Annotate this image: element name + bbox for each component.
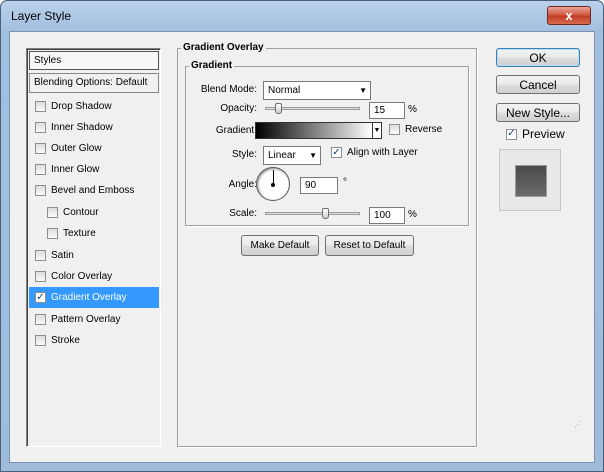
opacity-input[interactable]: 15	[369, 102, 405, 119]
opacity-slider-thumb[interactable]	[275, 103, 283, 114]
angle-unit: °	[343, 177, 347, 188]
inner-shadow-checkbox[interactable]	[35, 122, 46, 133]
satin-checkbox[interactable]	[35, 250, 46, 261]
check-icon: ✓	[507, 128, 516, 139]
inner-glow-checkbox[interactable]	[35, 164, 46, 175]
chevron-down-icon: ▼	[359, 86, 367, 95]
style-item-pattern-overlay[interactable]: Pattern Overlay	[29, 309, 159, 330]
texture-checkbox[interactable]	[47, 228, 58, 239]
style-label: Style:	[231, 149, 257, 160]
scale-unit: %	[408, 209, 417, 220]
preview-option[interactable]: ✓ Preview	[506, 127, 565, 141]
gradient-picker-button[interactable]: ▼	[372, 122, 382, 139]
style-item-label: Gradient Overlay	[51, 292, 127, 303]
style-item-bevel-emboss[interactable]: Bevel and Emboss	[29, 180, 159, 201]
cancel-button[interactable]: Cancel	[496, 75, 580, 94]
style-item-inner-glow[interactable]: Inner Glow	[29, 159, 159, 180]
ok-button[interactable]: OK	[496, 48, 580, 67]
style-item-satin[interactable]: Satin	[29, 245, 159, 266]
style-item-label: Inner Shadow	[51, 122, 113, 133]
style-item-color-overlay[interactable]: Color Overlay	[29, 266, 159, 287]
preview-checkbox[interactable]: ✓	[506, 128, 517, 140]
check-icon: ✓	[332, 146, 341, 158]
angle-dial-center	[271, 183, 275, 187]
scale-input[interactable]: 100	[369, 207, 405, 224]
style-item-label: Texture	[63, 228, 96, 239]
drop-shadow-checkbox[interactable]	[35, 101, 46, 112]
layer-style-dialog: Layer Style x Styles Blending Options: D…	[0, 0, 604, 472]
style-item-label: Inner Glow	[51, 164, 100, 175]
blend-mode-value: Normal	[268, 85, 301, 96]
preview-label: Preview	[522, 127, 565, 141]
chevron-down-icon: ▼	[309, 151, 317, 160]
stroke-checkbox[interactable]	[35, 335, 46, 346]
style-item-contour[interactable]: Contour	[29, 202, 159, 223]
make-default-button[interactable]: Make Default	[241, 235, 319, 256]
style-item-inner-shadow[interactable]: Inner Shadow	[29, 117, 159, 138]
style-item-stroke[interactable]: Stroke	[29, 330, 159, 351]
reverse-option[interactable]: Reverse	[389, 124, 442, 135]
style-item-label: Outer Glow	[51, 143, 102, 154]
close-icon: x	[565, 8, 573, 23]
contour-checkbox[interactable]	[47, 207, 58, 218]
style-item-label: Drop Shadow	[51, 101, 112, 112]
align-with-layer-label: Align with Layer	[347, 147, 418, 158]
preview-thumbnail	[499, 149, 561, 211]
scale-slider[interactable]	[265, 212, 360, 215]
opacity-unit: %	[408, 104, 417, 115]
reverse-label: Reverse	[405, 124, 443, 135]
blend-mode-select[interactable]: Normal ▼	[263, 81, 371, 100]
check-icon: ✓	[36, 291, 45, 303]
styles-list: Styles Blending Options: Default Drop Sh…	[26, 48, 161, 447]
chevron-down-icon: ▼	[373, 127, 381, 134]
angle-input[interactable]: 90	[300, 177, 338, 194]
style-item-label: Contour	[63, 207, 99, 218]
outer-glow-checkbox[interactable]	[35, 143, 46, 154]
style-item-drop-shadow[interactable]: Drop Shadow	[29, 96, 159, 117]
style-value: Linear	[268, 150, 296, 161]
style-item-label: Pattern Overlay	[51, 314, 121, 325]
style-item-label: Bevel and Emboss	[51, 185, 135, 196]
pattern-overlay-checkbox[interactable]	[35, 314, 46, 325]
window-title: Layer Style	[11, 9, 72, 23]
gradient-label: Gradient:	[215, 125, 257, 136]
gradient-overlay-checkbox[interactable]: ✓	[35, 292, 46, 303]
reset-to-default-button[interactable]: Reset to Default	[325, 235, 414, 256]
blending-options-item[interactable]: Blending Options: Default	[29, 73, 159, 93]
title-bar[interactable]: Layer Style x	[1, 1, 603, 31]
gradient-editor-swatch[interactable]	[255, 122, 373, 139]
style-item-label: Color Overlay	[51, 271, 113, 282]
close-button[interactable]: x	[547, 6, 591, 25]
style-select[interactable]: Linear ▼	[263, 146, 321, 165]
new-style-button[interactable]: New Style...	[496, 103, 580, 122]
resize-grip[interactable]: ⋰	[574, 420, 584, 430]
preview-swatch	[516, 166, 546, 196]
group-title: Gradient Overlay	[181, 42, 266, 53]
style-item-outer-glow[interactable]: Outer Glow	[29, 138, 159, 159]
align-with-layer-option[interactable]: ✓ Align with Layer	[331, 147, 418, 158]
angle-dial[interactable]	[256, 167, 290, 201]
scale-slider-thumb[interactable]	[322, 208, 330, 219]
bevel-emboss-checkbox[interactable]	[35, 185, 46, 196]
subgroup-title: Gradient	[189, 60, 235, 71]
styles-header[interactable]: Styles	[29, 51, 159, 70]
style-item-gradient-overlay[interactable]: ✓ Gradient Overlay	[29, 287, 159, 308]
angle-label: Angle:	[228, 179, 257, 190]
blend-mode-label: Blend Mode:	[200, 84, 257, 95]
color-overlay-checkbox[interactable]	[35, 271, 46, 282]
reverse-checkbox[interactable]	[389, 124, 400, 135]
style-item-label: Stroke	[51, 335, 80, 346]
style-item-texture[interactable]: Texture	[29, 223, 159, 244]
scale-label: Scale:	[229, 208, 257, 219]
align-with-layer-checkbox[interactable]: ✓	[331, 147, 342, 158]
style-item-label: Satin	[51, 250, 74, 261]
opacity-label: Opacity:	[220, 103, 257, 114]
